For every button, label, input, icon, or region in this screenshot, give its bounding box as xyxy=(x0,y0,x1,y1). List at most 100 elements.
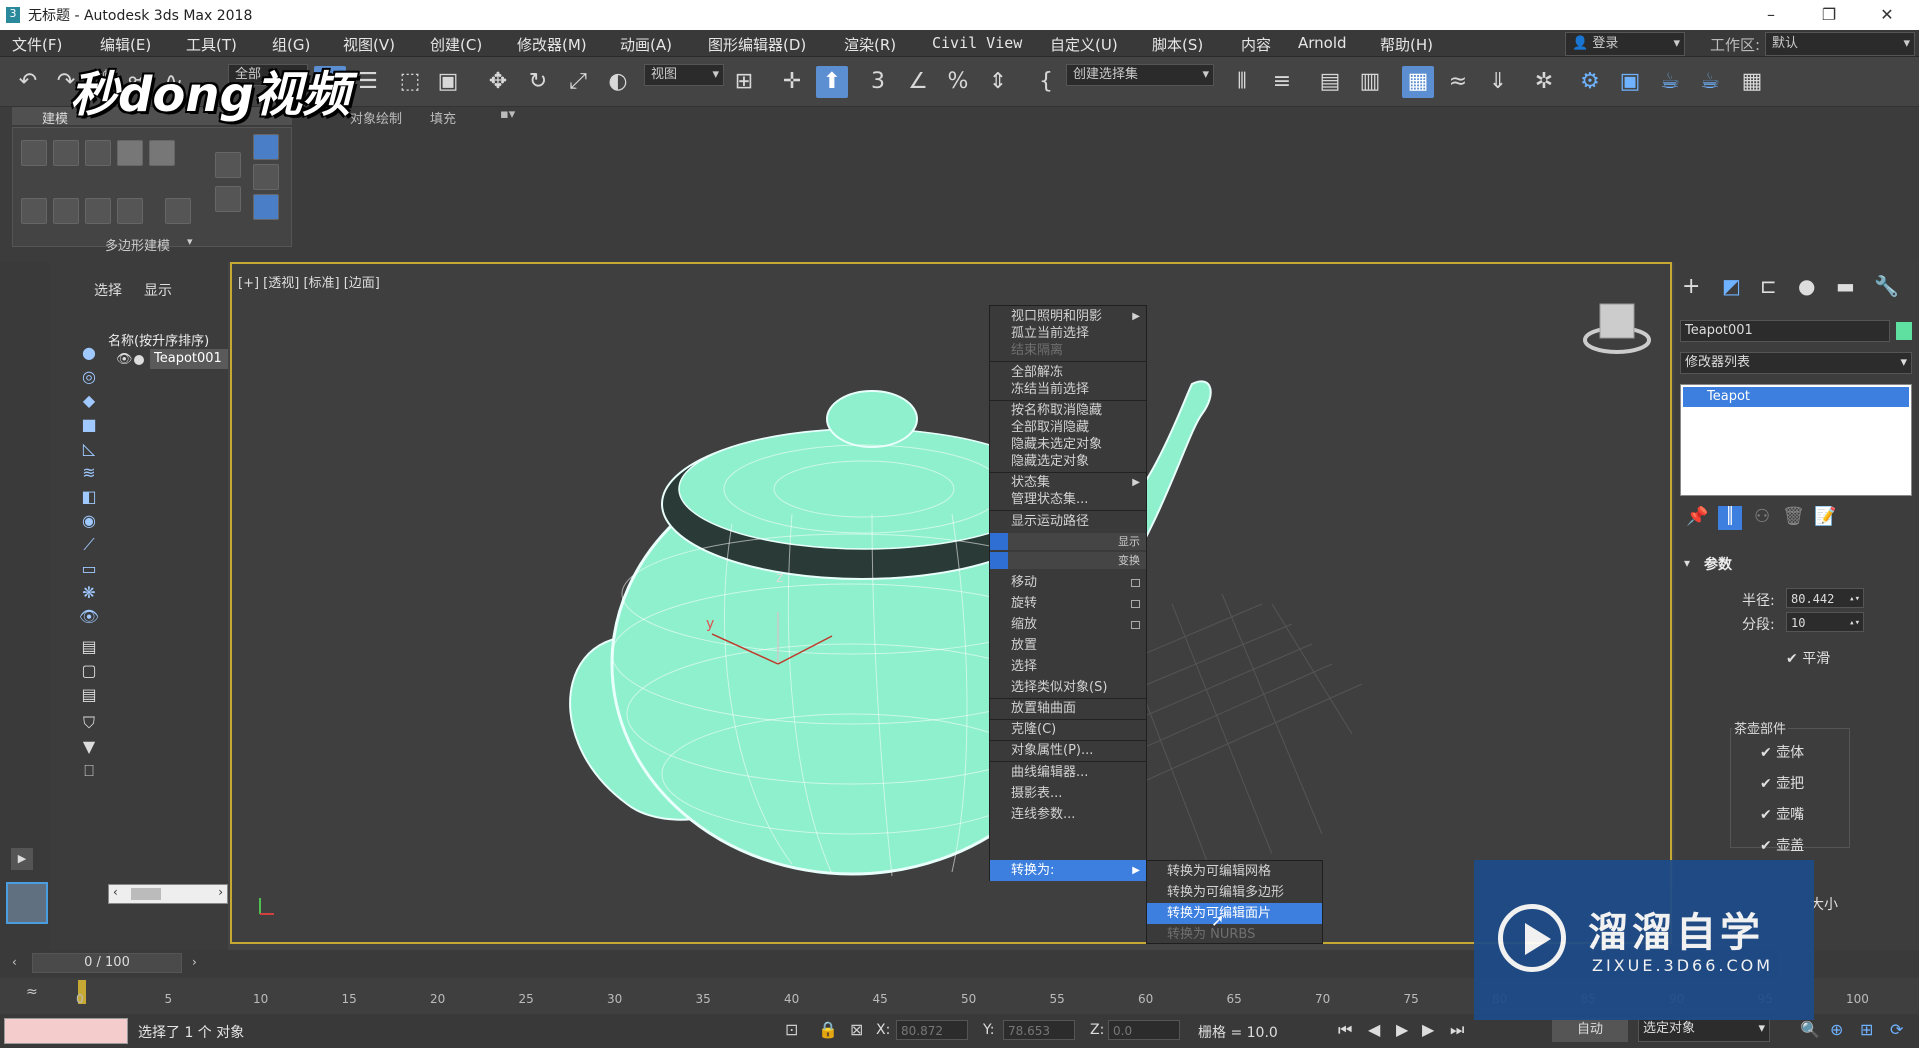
menu-scripting[interactable]: 脚本(S) xyxy=(1152,34,1203,55)
filter-particles-icon[interactable]: ❋ xyxy=(78,582,100,604)
menu-group[interactable]: 组(G) xyxy=(272,34,310,55)
display-children-icon[interactable]: ▤ xyxy=(78,684,100,706)
part-lid-checkbox[interactable]: ✔ 壶盖 xyxy=(1760,835,1804,855)
quad-item-curve-editor[interactable]: 曲线编辑器... xyxy=(990,762,1146,783)
grow-icon[interactable] xyxy=(85,198,111,224)
filter-lights-icon[interactable]: ◆ xyxy=(78,390,100,412)
render-production-icon[interactable]: ☕ xyxy=(1654,66,1686,98)
show-end-result-icon[interactable] xyxy=(253,194,279,220)
convert-to-editable-mesh[interactable]: 转换为可编辑网格 xyxy=(1147,861,1322,882)
zoom-extents-icon[interactable]: ⊞ xyxy=(1860,1020,1873,1039)
quad-item-object-properties[interactable]: 对象属性(P)... xyxy=(990,740,1146,761)
menu-tools[interactable]: 工具(T) xyxy=(186,34,237,55)
menu-rendering[interactable]: 渲染(R) xyxy=(844,34,896,55)
auto-key-button[interactable]: 自动 xyxy=(1552,1018,1628,1042)
show-end-result-icon[interactable]: ║ xyxy=(1718,506,1742,530)
keyboard-shortcut-icon[interactable]: ⬆ xyxy=(816,66,848,98)
quad-item-select-similar[interactable]: 选择类似对象(S) xyxy=(990,677,1146,698)
quad-item-show-motion-paths[interactable]: 显示运动路径 xyxy=(990,511,1146,532)
menu-modifiers[interactable]: 修改器(M) xyxy=(517,34,587,55)
quad-item-place-pivot-surface[interactable]: 放置轴曲面 xyxy=(990,698,1146,719)
ribbon-tab-populate[interactable]: 填充 xyxy=(430,108,456,127)
pin-stack-icon[interactable] xyxy=(253,134,279,160)
menu-file[interactable]: 文件(F) xyxy=(12,34,62,55)
find-icon[interactable]: ⛉ xyxy=(78,712,100,734)
percent-snap-icon[interactable]: % xyxy=(942,66,974,98)
filter-cameras-icon[interactable]: ■ xyxy=(78,414,100,436)
modify-tab-icon[interactable]: ◩ xyxy=(1722,274,1741,298)
menu-graph-editors[interactable]: 图形编辑器(D) xyxy=(708,34,806,55)
scrollbar-thumb[interactable] xyxy=(131,888,161,900)
create-tab-icon[interactable]: + xyxy=(1682,274,1700,299)
rect-selection-icon[interactable]: ⬚ xyxy=(394,66,426,98)
pin-stack-icon[interactable]: 📌 xyxy=(1686,506,1708,527)
play-icon[interactable]: ▶ xyxy=(11,848,33,870)
hierarchy-tab-icon[interactable]: ⊏ xyxy=(1760,274,1777,298)
explorer-object-row[interactable]: Teapot001 xyxy=(150,349,228,369)
filter-xrefs-icon[interactable]: ◉ xyxy=(78,510,100,532)
curve-editor-icon[interactable]: ≈ xyxy=(1442,66,1474,98)
display-tab-icon[interactable]: ▬ xyxy=(1836,274,1855,298)
curve-editor-mini-icon[interactable]: ≈ xyxy=(26,984,38,1000)
rendered-frame-icon[interactable]: ▣ xyxy=(1614,66,1646,98)
filter-helpers-icon[interactable]: ◺ xyxy=(78,438,100,460)
minimize-button[interactable]: – xyxy=(1748,0,1794,30)
preserve-uv-icon[interactable] xyxy=(165,198,191,224)
schematic-view-icon[interactable]: ✲ xyxy=(1528,66,1560,98)
menu-arnold[interactable]: Arnold xyxy=(1298,34,1347,52)
modifier-list-dropdown[interactable]: 修改器列表 ▾ xyxy=(1680,352,1912,374)
quad-item-rotate[interactable]: 旋转 xyxy=(990,593,1146,614)
undo-icon[interactable]: ↶ xyxy=(12,66,44,98)
edge-icon[interactable] xyxy=(53,140,79,166)
shrink-icon[interactable] xyxy=(117,198,143,224)
layer-icon[interactable]: ⎕ xyxy=(78,760,100,782)
move-icon[interactable]: ✥ xyxy=(482,66,514,98)
select-by-name-icon[interactable]: ☰ xyxy=(352,66,384,98)
explorer-tab-display[interactable]: 显示 xyxy=(144,280,172,300)
explorer-hscrollbar[interactable]: ‹ › xyxy=(108,884,228,904)
pivot-center-icon[interactable]: ⊞ xyxy=(728,66,760,98)
display-none-icon[interactable]: ▤ xyxy=(78,636,100,658)
maxscript-listener[interactable] xyxy=(4,1018,128,1044)
filter-spacewarps-icon[interactable]: ≋ xyxy=(78,462,100,484)
filter-bones-icon[interactable]: ⟋ xyxy=(78,534,100,556)
absolute-mode-icon[interactable]: ⊠ xyxy=(850,1020,863,1039)
quad-item-wire-parameters[interactable]: 连线参数... xyxy=(990,804,1146,825)
quad-item-hide-selection[interactable]: 隐藏选定对象 xyxy=(990,451,1146,472)
quad-item-dope-sheet[interactable]: 摄影表... xyxy=(990,783,1146,804)
collapse-stack-icon[interactable] xyxy=(253,164,279,190)
menu-civil-view[interactable]: Civil View xyxy=(932,34,1022,52)
menu-create[interactable]: 创建(C) xyxy=(430,34,482,55)
lock-icon[interactable]: 🔒 xyxy=(818,1020,838,1039)
filter-shapes-icon[interactable]: ◎ xyxy=(78,366,100,388)
spinner-arrows-icon[interactable]: ▴▾ xyxy=(1849,613,1860,633)
y-coordinate-field[interactable]: 78.653 xyxy=(1003,1020,1075,1040)
quad-item-move[interactable]: 移动 xyxy=(990,572,1146,593)
scene-explorer-icon[interactable]: ▦ xyxy=(1402,66,1434,98)
filter-groups-icon[interactable]: ◧ xyxy=(78,486,100,508)
utilities-tab-icon[interactable]: 🔧 xyxy=(1874,274,1899,298)
select-manipulate-icon[interactable]: ✛ xyxy=(776,66,808,98)
x-coordinate-field[interactable]: 80.872 xyxy=(896,1020,968,1040)
named-selection-icon[interactable]: { xyxy=(1030,66,1062,98)
column-header-name[interactable]: 名称(按升序排序) xyxy=(108,330,209,349)
display-invert-icon[interactable]: ▢ xyxy=(78,660,100,682)
remove-modifier-icon[interactable]: 🗑 xyxy=(1782,506,1805,527)
filter-containers-icon[interactable]: ▭ xyxy=(78,558,100,580)
modifier-stack[interactable]: Teapot xyxy=(1680,384,1912,496)
menu-customize[interactable]: 自定义(U) xyxy=(1050,34,1118,55)
radius-spinner[interactable]: 80.442 ▴▾ xyxy=(1786,588,1864,608)
viewcube[interactable] xyxy=(1583,303,1651,354)
motion-tab-icon[interactable]: ● xyxy=(1798,274,1815,298)
settings-box-icon[interactable] xyxy=(1131,621,1140,629)
spinner-snap-icon[interactable]: ⇕ xyxy=(982,66,1014,98)
zoom-icon[interactable]: 🔍 xyxy=(1800,1020,1820,1039)
use-stack-icon[interactable] xyxy=(215,186,241,212)
convert-to-nurbs[interactable]: 转换为 NURBS xyxy=(1147,924,1322,945)
quad-item-select[interactable]: 选择 xyxy=(990,656,1146,677)
workspace-dropdown[interactable]: 默认 ▾ xyxy=(1765,32,1915,56)
menu-content[interactable]: 内容 xyxy=(1241,34,1271,55)
scroll-right-icon[interactable]: › xyxy=(218,885,223,899)
mirror-icon[interactable]: ⫴ xyxy=(1226,66,1258,98)
stack-item-teapot[interactable]: Teapot xyxy=(1683,387,1909,407)
